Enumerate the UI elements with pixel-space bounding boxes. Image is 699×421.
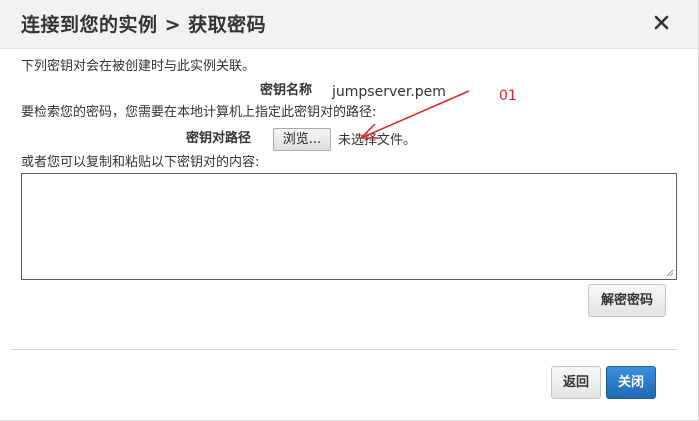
get-password-dialog: 连接到您的实例 > 获取密码 下列密钥对会在被创建时与此实例关联。 密钥名称 j… xyxy=(0,0,699,421)
key-path-label: 密钥对路径 xyxy=(186,131,252,146)
back-button[interactable]: 返回 xyxy=(551,366,601,399)
key-content-textarea[interactable] xyxy=(21,173,677,280)
dialog-header: 连接到您的实例 > 获取密码 xyxy=(0,0,698,49)
footer-divider xyxy=(11,349,677,350)
no-file-chosen-text: 未选择文件。 xyxy=(338,133,417,148)
annotation-label: 01 xyxy=(499,88,517,104)
resize-grip-icon[interactable] xyxy=(665,268,674,277)
retrieve-text: 要检索您的密码，您需要在本地计算机上指定此密钥对的路径: xyxy=(21,105,377,120)
close-icon[interactable] xyxy=(650,10,674,34)
key-name-value: jumpserver.pem xyxy=(332,84,446,100)
close-button[interactable]: 关闭 xyxy=(606,366,656,399)
browse-button[interactable]: 浏览... xyxy=(273,128,331,151)
paste-text: 或者您可以复制和粘贴以下密钥对的内容: xyxy=(21,155,260,170)
intro-text: 下列密钥对会在被创建时与此实例关联。 xyxy=(21,59,256,74)
key-name-label: 密钥名称 xyxy=(260,83,313,98)
decrypt-password-button[interactable]: 解密密码 xyxy=(588,284,666,317)
dialog-title: 连接到您的实例 > 获取密码 xyxy=(21,14,267,36)
